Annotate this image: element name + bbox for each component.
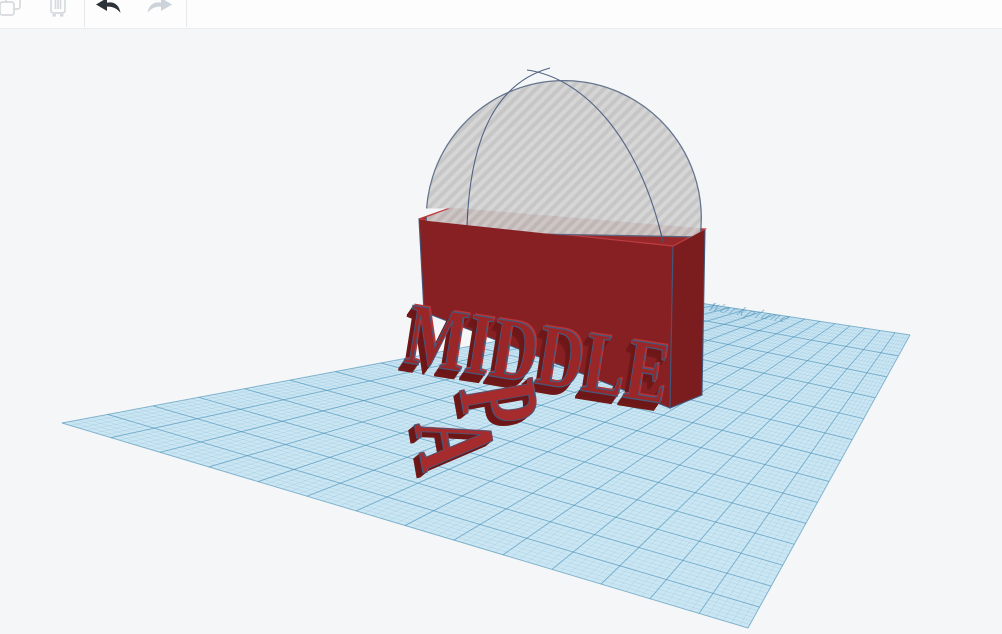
3d-viewport[interactable]: Workplane MIDDLE A P bbox=[0, 0, 1002, 634]
red-box-right-face[interactable] bbox=[670, 229, 705, 408]
copy-button[interactable] bbox=[0, 0, 23, 28]
toolbar-separator bbox=[84, 0, 85, 27]
hole-hemisphere[interactable] bbox=[426, 68, 701, 242]
toolbar bbox=[0, 0, 1002, 29]
toolbar-separator bbox=[186, 0, 187, 27]
duplicate-icon bbox=[0, 0, 23, 26]
trash-icon bbox=[45, 0, 71, 26]
undo-arrow-icon bbox=[95, 0, 123, 18]
redo-button[interactable] bbox=[145, 0, 171, 28]
undo-button[interactable] bbox=[95, 0, 121, 28]
delete-button[interactable] bbox=[45, 0, 71, 28]
redo-arrow-icon bbox=[145, 0, 173, 18]
